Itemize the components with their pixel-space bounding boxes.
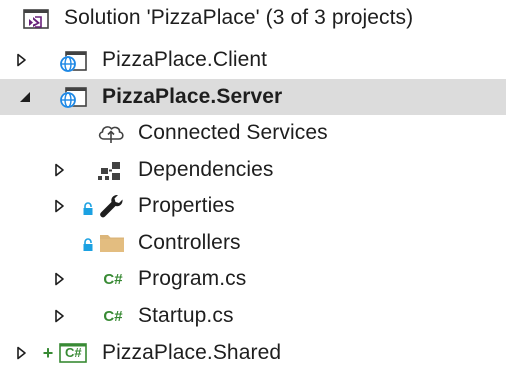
tree-item-startup-cs[interactable]: C# Startup.cs <box>0 298 506 334</box>
tree-item-label: PizzaPlace.Shared <box>102 341 282 364</box>
tree-item-label: Connected Services <box>138 121 328 144</box>
tree-item-label: PizzaPlace.Client <box>102 48 268 71</box>
expanded-arrow-icon[interactable] <box>18 90 32 104</box>
tree-item-solution[interactable]: Solution 'PizzaPlace' (3 of 3 projects) <box>0 0 506 36</box>
tree-item-properties[interactable]: Properties <box>0 188 506 224</box>
tree-item-server-project[interactable]: PizzaPlace.Server <box>0 79 506 115</box>
collapsed-arrow-icon[interactable] <box>14 346 28 360</box>
added-plus-icon: + <box>42 342 54 363</box>
connected-services-icon <box>96 122 126 144</box>
tree-item-shared-project[interactable]: + C# PizzaPlace.Shared <box>0 335 506 371</box>
web-project-icon <box>58 50 88 74</box>
tree-item-label: Controllers <box>138 231 241 254</box>
collapsed-arrow-icon[interactable] <box>52 309 66 323</box>
lock-icon <box>82 202 94 216</box>
tree-item-client-project[interactable]: PizzaPlace.Client <box>0 42 506 78</box>
solution-explorer-tree: Solution 'PizzaPlace' (3 of 3 projects) … <box>0 0 506 365</box>
visual-studio-solution-icon <box>22 7 50 31</box>
tree-item-connected-services[interactable]: Connected Services <box>0 115 506 151</box>
folder-icon <box>98 232 126 254</box>
tree-item-label: PizzaPlace.Server <box>102 85 283 108</box>
collapsed-arrow-icon[interactable] <box>52 163 66 177</box>
tree-item-program-cs[interactable]: C# Program.cs <box>0 261 506 297</box>
tree-item-label: Dependencies <box>138 158 274 181</box>
tree-item-label: Properties <box>138 194 235 217</box>
dependencies-icon <box>96 160 126 182</box>
csharp-glyph: C# <box>65 345 82 360</box>
tree-item-label: Solution 'PizzaPlace' (3 of 3 projects) <box>64 6 414 29</box>
tree-item-controllers[interactable]: Controllers <box>0 225 506 261</box>
tree-item-dependencies[interactable]: Dependencies <box>0 152 506 188</box>
web-project-icon <box>58 86 88 110</box>
collapsed-arrow-icon[interactable] <box>52 272 66 286</box>
collapsed-arrow-icon[interactable] <box>52 199 66 213</box>
lock-icon <box>82 238 94 252</box>
csharp-project-icon: C# <box>58 342 88 364</box>
csharp-file-icon: C# <box>103 270 123 288</box>
tree-item-label: Program.cs <box>138 267 247 290</box>
collapsed-arrow-icon[interactable] <box>14 53 28 67</box>
csharp-file-icon: C# <box>103 307 123 325</box>
wrench-icon <box>98 193 126 219</box>
tree-item-label: Startup.cs <box>138 304 234 327</box>
